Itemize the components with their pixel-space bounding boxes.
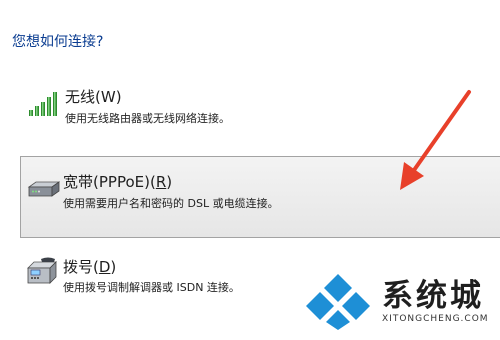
windows-logo-icon: [302, 270, 374, 330]
site-watermark: 系统城 XITONGCHENG.COM: [302, 262, 498, 338]
option-dialup-description: 使用拨号调制解调器或 ISDN 连接。: [63, 281, 240, 294]
option-wireless-title: 无线(W): [65, 88, 122, 106]
option-wireless[interactable]: 无线(W) 使用无线路由器或无线网络连接。: [22, 80, 500, 162]
connection-prompt: 您想如何连接?: [12, 34, 104, 50]
option-broadband-description: 使用需要用户名和密码的 DSL 或电缆连接。: [63, 197, 279, 210]
brand-name: 系统城: [382, 278, 484, 314]
wireless-signal-icon: [28, 88, 62, 118]
broadband-modem-icon: [26, 179, 61, 209]
option-wireless-description: 使用无线路由器或无线网络连接。: [65, 112, 230, 125]
option-broadband-title: 宽带(PPPoE)(R): [63, 173, 173, 191]
connection-type-page: 您想如何连接? 无线(W) 使用无线路由器或无线网络连接。 宽带(PPPoE)(…: [0, 0, 500, 340]
brand-url: XITONGCHENG.COM: [382, 314, 489, 324]
option-dialup-title: 拨号(D): [63, 258, 117, 276]
dialup-phone-icon: [26, 256, 60, 286]
option-broadband-pppoe[interactable]: 宽带(PPPoE)(R) 使用需要用户名和密码的 DSL 或电缆连接。: [20, 156, 500, 238]
